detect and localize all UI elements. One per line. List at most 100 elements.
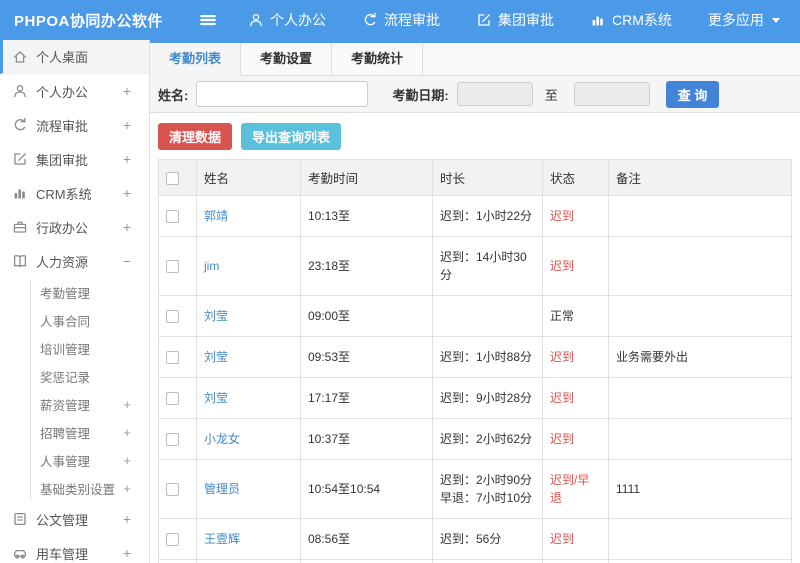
- expand-toggle-icon[interactable]: +: [123, 398, 131, 411]
- employee-name-link[interactable]: 刘莹: [204, 309, 228, 323]
- column-header: 考勤时间: [300, 159, 433, 196]
- sidebar-subitem-6-3[interactable]: 奖惩记录: [0, 362, 149, 390]
- row-checkbox[interactable]: [166, 533, 179, 547]
- search-button[interactable]: 查 询: [665, 80, 720, 108]
- sidebar-subitem-label: 人事管理: [40, 454, 91, 469]
- expand-toggle-icon[interactable]: −: [123, 254, 131, 268]
- tab-bar: 考勤列表 考勤设置 考勤统计: [150, 43, 800, 76]
- employee-name-link[interactable]: 刘莹: [204, 350, 228, 364]
- sidebar-subitem-6-1[interactable]: 人事合同: [0, 306, 149, 334]
- remark-cell: [608, 295, 792, 337]
- status-cell: 迟到: [542, 195, 609, 237]
- duration-cell: 迟到：2小时90分 早退：7小时10分: [432, 459, 543, 519]
- expand-toggle-icon[interactable]: +: [123, 546, 131, 560]
- topnav-label: 集团审批: [498, 12, 554, 28]
- row-checkbox[interactable]: [166, 392, 179, 406]
- topnav-label: 更多应用: [707, 12, 764, 28]
- expand-toggle-icon[interactable]: +: [123, 152, 131, 166]
- select-all-checkbox[interactable]: [166, 171, 179, 185]
- expand-toggle-icon[interactable]: +: [123, 118, 131, 132]
- row-checkbox[interactable]: [166, 483, 179, 497]
- duration-line: 迟到：2小时62分: [440, 432, 533, 446]
- menu-icon[interactable]: [198, 11, 218, 29]
- export-list-button[interactable]: 导出查询列表: [241, 123, 342, 150]
- sidebar-subitem-6-2[interactable]: 培训管理: [0, 334, 149, 362]
- date-label: 考勤日期:: [392, 87, 449, 103]
- table-row: 黄蓉13:20至13:20迟到：5小时33分早退：4小时67分迟到/早退: [158, 559, 792, 563]
- sidebar-subitem-label: 人事合同: [40, 314, 91, 329]
- date-to-input[interactable]: [573, 82, 650, 106]
- employee-name-link[interactable]: 王壹辉: [204, 532, 240, 546]
- duration-cell: 迟到：1小时22分: [432, 195, 543, 237]
- topnav-item-0[interactable]: 个人办公: [248, 10, 326, 30]
- date-range-to-label: 至: [544, 87, 558, 103]
- sidebar-subitem-label: 招聘管理: [40, 426, 91, 441]
- topnav-item-4[interactable]: 更多应用: [708, 10, 780, 30]
- employee-name-link[interactable]: 小龙女: [204, 432, 240, 446]
- sidebar-subitem-6-7[interactable]: 基础类别设置 +: [0, 474, 149, 502]
- sidebar-item-3[interactable]: 集团审批 +: [0, 142, 149, 176]
- attendance-time-cell: 13:20至13:20: [300, 559, 433, 563]
- duration-cell: [432, 295, 543, 337]
- employee-name-link[interactable]: 管理员: [204, 482, 240, 496]
- duration-line: 迟到：1小时22分: [440, 209, 533, 223]
- expand-toggle-icon[interactable]: +: [123, 426, 131, 439]
- flow-icon: [12, 117, 28, 133]
- duration-line: 迟到：2小时90分: [440, 473, 533, 487]
- edit-icon: [476, 12, 492, 28]
- sidebar-item-2[interactable]: 流程审批 +: [0, 108, 149, 142]
- employee-name-link[interactable]: jim: [204, 259, 219, 273]
- status-badge: 正常: [550, 309, 575, 323]
- status-badge: 迟到: [550, 391, 575, 405]
- table-row: 刘莹 17:17至 迟到：9小时28分 迟到: [158, 377, 792, 419]
- tab-2[interactable]: 考勤统计: [332, 43, 424, 75]
- date-from-input[interactable]: [456, 82, 533, 106]
- sidebar-item-7[interactable]: 公文管理 +: [0, 502, 149, 536]
- topnav-item-2[interactable]: 集团审批: [476, 10, 554, 30]
- name-label: 姓名:: [158, 87, 189, 103]
- row-checkbox[interactable]: [166, 433, 179, 447]
- employee-name-link[interactable]: 郭靖: [204, 209, 228, 223]
- sidebar-item-8[interactable]: 用车管理 +: [0, 536, 149, 563]
- topnav-item-3[interactable]: CRM系统: [590, 10, 672, 30]
- sidebar-subitem-6-0[interactable]: 考勤管理: [0, 278, 149, 306]
- attendance-time-cell: 09:00至: [300, 295, 433, 337]
- expand-toggle-icon[interactable]: +: [123, 454, 131, 467]
- sidebar-subitem-6-4[interactable]: 薪资管理 +: [0, 390, 149, 418]
- user-icon: [248, 12, 264, 28]
- sidebar-item-4[interactable]: CRM系统 +: [0, 176, 149, 210]
- filter-bar: 姓名: 考勤日期: 至 查 询: [150, 76, 800, 113]
- status-cell: 迟到: [542, 418, 609, 460]
- sidebar-subitem-6-5[interactable]: 招聘管理 +: [0, 418, 149, 446]
- status-badge: 迟到/早退: [550, 473, 590, 505]
- topnav-item-1[interactable]: 流程审批: [362, 10, 440, 30]
- tab-1[interactable]: 考勤设置: [241, 43, 333, 75]
- row-checkbox[interactable]: [166, 260, 179, 274]
- sidebar-item-6[interactable]: 人力资源 −: [0, 244, 149, 278]
- employee-name-link[interactable]: 刘莹: [204, 391, 228, 405]
- expand-toggle-icon[interactable]: +: [123, 220, 131, 234]
- sidebar-item-1[interactable]: 个人办公 +: [0, 74, 149, 108]
- duration-cell: 迟到：9小时28分: [432, 377, 543, 419]
- expand-toggle-icon[interactable]: +: [123, 186, 131, 200]
- expand-toggle-icon[interactable]: +: [123, 512, 131, 526]
- sidebar-item-5[interactable]: 行政办公 +: [0, 210, 149, 244]
- row-checkbox[interactable]: [166, 310, 179, 324]
- expand-toggle-icon[interactable]: +: [123, 84, 131, 98]
- doc-icon: [12, 511, 28, 527]
- row-checkbox[interactable]: [166, 351, 179, 365]
- row-checkbox[interactable]: [166, 210, 179, 224]
- clear-data-button[interactable]: 清理数据: [158, 123, 233, 150]
- table-row: 刘莹 09:00至 正常: [158, 295, 792, 337]
- duration-line: 迟到：9小时28分: [440, 391, 533, 405]
- sidebar-item-0[interactable]: 个人桌面: [0, 40, 149, 74]
- topnav-label: CRM系统: [612, 12, 672, 28]
- tab-0[interactable]: 考勤列表: [150, 43, 242, 76]
- table-row: 小龙女 10:37至 迟到：2小时62分 迟到: [158, 418, 792, 460]
- sidebar-item-label: 公文管理: [36, 512, 89, 528]
- expand-toggle-icon[interactable]: +: [123, 482, 131, 495]
- name-input[interactable]: [196, 81, 369, 107]
- topnav-label: 流程审批: [384, 12, 440, 28]
- sidebar-subitem-6-6[interactable]: 人事管理 +: [0, 446, 149, 474]
- duration-cell: 迟到：5小时33分早退：4小时67分: [432, 559, 543, 563]
